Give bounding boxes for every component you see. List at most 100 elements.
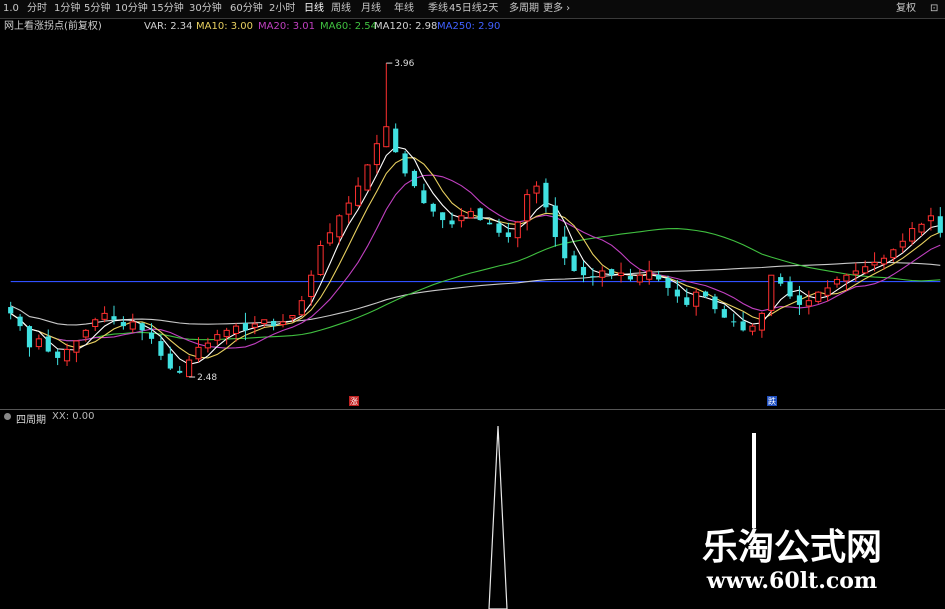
candle[interactable] xyxy=(73,340,80,363)
candle[interactable] xyxy=(26,325,33,357)
candle[interactable] xyxy=(712,293,718,314)
candle[interactable] xyxy=(298,295,305,316)
toolbar-item-9[interactable]: 日线 xyxy=(303,2,325,15)
candle[interactable] xyxy=(693,287,700,316)
toolbar-item-3[interactable]: 5分钟 xyxy=(83,2,111,15)
candle[interactable] xyxy=(326,223,334,246)
toolbar-item-4[interactable]: 10分钟 xyxy=(114,2,149,15)
candle[interactable] xyxy=(571,250,577,272)
candle[interactable] xyxy=(411,169,418,188)
candle[interactable] xyxy=(195,337,202,363)
candle-body xyxy=(326,232,334,244)
toolbar-item-8[interactable]: 2小时 xyxy=(268,2,296,15)
candle[interactable] xyxy=(656,270,662,282)
candle[interactable] xyxy=(833,276,841,288)
candle[interactable] xyxy=(609,268,615,280)
candle[interactable] xyxy=(514,220,521,248)
sell-marker: 跌 xyxy=(768,396,776,406)
candle[interactable] xyxy=(617,262,625,283)
candle[interactable] xyxy=(251,316,258,335)
toolbar-item-12[interactable]: 年线 xyxy=(393,2,415,15)
candle[interactable] xyxy=(899,233,906,253)
candle[interactable] xyxy=(768,274,775,317)
candle[interactable] xyxy=(758,312,765,338)
candle[interactable] xyxy=(8,301,14,320)
ma30-line xyxy=(10,174,941,349)
candle[interactable] xyxy=(186,355,193,378)
candle[interactable] xyxy=(355,177,362,208)
candle[interactable] xyxy=(383,63,390,148)
toolbar-item-10[interactable]: 周线 xyxy=(330,2,352,15)
candle[interactable] xyxy=(364,164,371,191)
candle[interactable] xyxy=(223,327,230,345)
candle[interactable] xyxy=(421,183,427,205)
candle[interactable] xyxy=(92,317,99,331)
toolbar-item-11[interactable]: 月线 xyxy=(360,2,382,15)
candle[interactable] xyxy=(45,329,51,353)
candle[interactable] xyxy=(721,305,727,318)
candle[interactable] xyxy=(35,334,42,350)
candle[interactable] xyxy=(101,306,108,323)
candle[interactable] xyxy=(55,349,61,366)
candle[interactable] xyxy=(129,313,136,333)
candle-body xyxy=(82,329,89,338)
toolbar-item-18[interactable]: 复权 xyxy=(895,2,917,15)
candle-body xyxy=(937,216,943,233)
candle[interactable] xyxy=(533,181,540,204)
candle-body xyxy=(440,212,446,221)
stock-chart-app: 1.0 分时 1分钟 5分钟 10分钟 15分钟 30分钟 60分钟 2小时 日线 周线 月线 年线 季线… xyxy=(0,0,945,609)
candle[interactable] xyxy=(909,222,916,246)
candle[interactable] xyxy=(674,279,680,303)
candle[interactable] xyxy=(787,276,793,299)
candle[interactable] xyxy=(214,329,221,345)
candle[interactable] xyxy=(317,240,324,276)
candle-body xyxy=(271,320,277,327)
candle[interactable] xyxy=(552,197,558,247)
toolbar-item-14[interactable]: 45日线 xyxy=(448,2,483,15)
candle[interactable] xyxy=(665,275,671,296)
candle-body xyxy=(242,323,249,331)
candle[interactable] xyxy=(271,318,277,331)
candle-body xyxy=(373,143,380,166)
toolbar-item-13[interactable]: 季线 xyxy=(427,2,449,15)
kline-chart[interactable]: 3.96 2.48 涨 跌 xyxy=(6,36,945,408)
candle[interactable] xyxy=(120,316,126,330)
candle[interactable] xyxy=(805,290,812,315)
candle[interactable] xyxy=(505,222,511,243)
candle-body xyxy=(514,221,521,239)
toolbar-item-1[interactable]: 分时 xyxy=(26,2,48,15)
candle[interactable] xyxy=(636,269,643,286)
candle[interactable] xyxy=(599,266,606,287)
toolbar-item-19[interactable]: ⊡ xyxy=(929,2,939,15)
candle[interactable] xyxy=(731,313,737,327)
candle[interactable] xyxy=(17,314,23,331)
candle[interactable] xyxy=(345,196,352,224)
candle[interactable] xyxy=(430,202,436,217)
candle[interactable] xyxy=(543,178,549,213)
toolbar-item-5[interactable]: 15分钟 xyxy=(150,2,185,15)
candle[interactable] xyxy=(562,226,568,265)
toolbar-item-16[interactable]: 多周期 xyxy=(508,2,540,15)
toolbar-item-0[interactable]: 1.0 xyxy=(2,2,20,15)
candle-body xyxy=(17,316,23,327)
toolbar-item-6[interactable]: 30分钟 xyxy=(188,2,223,15)
candle[interactable] xyxy=(373,134,380,174)
toolbar-item-15[interactable]: 2天 xyxy=(481,2,499,15)
candle[interactable] xyxy=(393,123,399,153)
candle[interactable] xyxy=(740,311,746,332)
toolbar-item-17[interactable]: 更多 › xyxy=(542,2,571,15)
candle[interactable] xyxy=(467,207,474,219)
candle[interactable] xyxy=(440,212,446,229)
candle[interactable] xyxy=(524,189,531,231)
candle[interactable] xyxy=(815,291,822,304)
toolbar-item-2[interactable]: 1分钟 xyxy=(53,2,81,15)
candle[interactable] xyxy=(402,150,408,177)
candle[interactable] xyxy=(824,280,831,302)
toolbar-item-7[interactable]: 60分钟 xyxy=(229,2,264,15)
candle[interactable] xyxy=(177,366,183,374)
candle[interactable] xyxy=(63,343,71,367)
candle[interactable] xyxy=(477,207,483,221)
candle[interactable] xyxy=(749,323,756,336)
candle[interactable] xyxy=(580,261,587,283)
candle[interactable] xyxy=(778,273,784,287)
